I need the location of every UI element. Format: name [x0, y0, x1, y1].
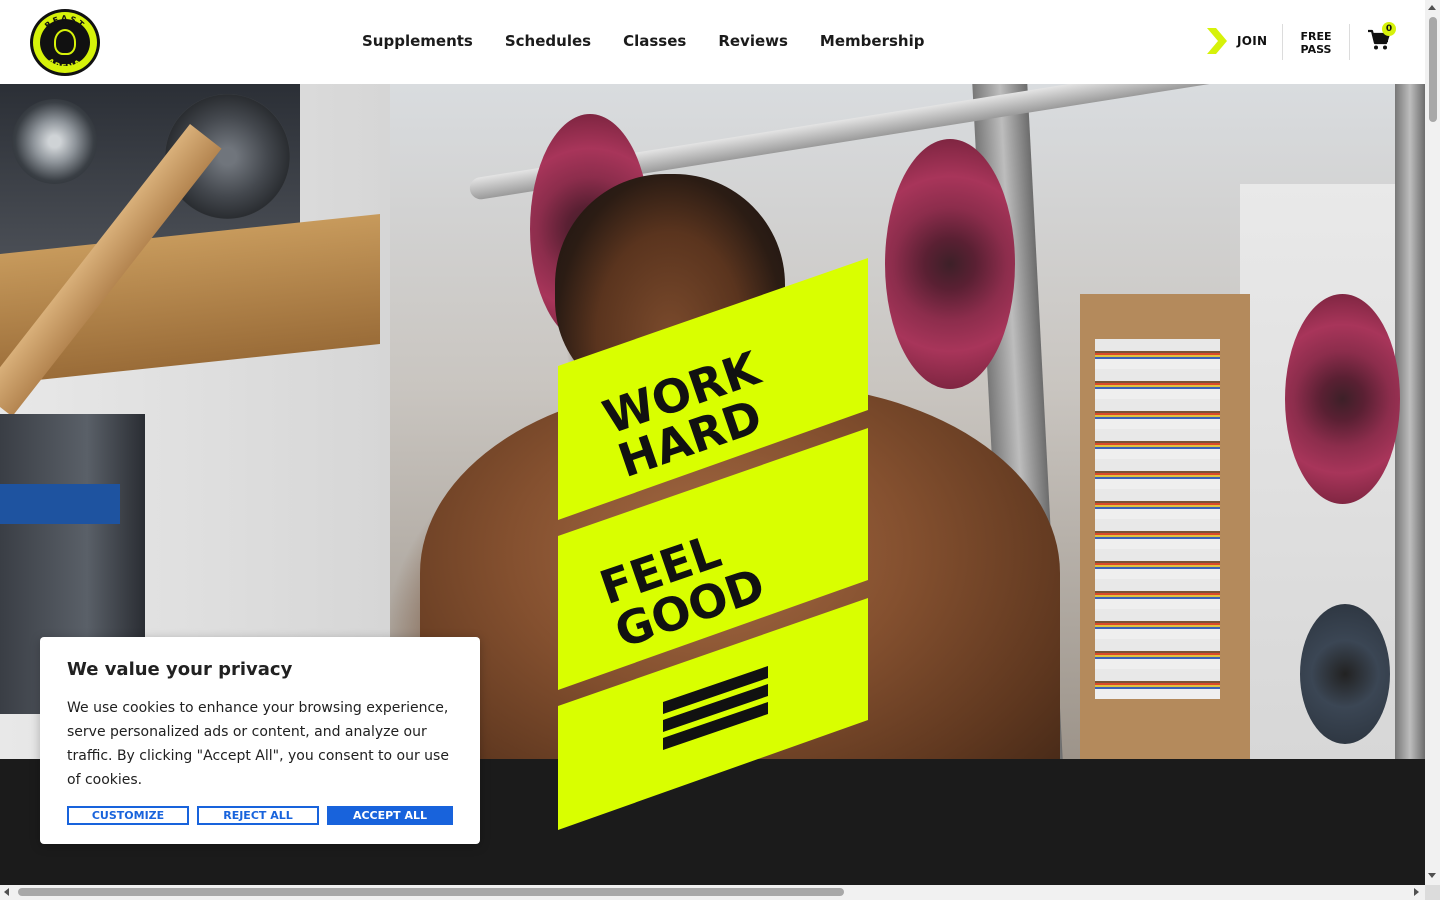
nav-membership[interactable]: Membership: [820, 32, 925, 50]
cart-count-badge: 0: [1382, 22, 1396, 36]
scroll-right-arrow-icon[interactable]: [1414, 888, 1419, 896]
join-label: JOIN: [1237, 34, 1268, 48]
beast-arena-logo[interactable]: BEAST ARENA: [30, 9, 100, 76]
cookie-consent-banner: We value your privacy We use cookies to …: [40, 637, 480, 844]
hero-weight-plate: [1300, 604, 1390, 744]
header-divider: [1349, 24, 1350, 60]
nav-reviews[interactable]: Reviews: [718, 32, 788, 50]
nav-classes[interactable]: Classes: [623, 32, 686, 50]
free-pass-line2: PASS: [1300, 43, 1332, 56]
logo-figure-icon: [54, 29, 76, 55]
hero-weight-plate: [1285, 294, 1400, 504]
logo-ring-bottom: ARENA: [45, 57, 82, 72]
join-button[interactable]: JOIN: [1207, 28, 1267, 54]
cookie-description: We use cookies to enhance your browsing …: [67, 700, 449, 788]
hero-rack-post: [1395, 84, 1425, 759]
main-nav: Supplements Schedules Classes Reviews Me…: [362, 32, 924, 50]
chevron-right-icon: [1207, 28, 1227, 54]
reject-all-button[interactable]: REJECT ALL: [197, 806, 319, 825]
header-divider: [1282, 24, 1283, 60]
site-header: BEAST ARENA Supplements Schedules Classe…: [0, 0, 1425, 84]
nav-schedules[interactable]: Schedules: [505, 32, 591, 50]
hero-tub-label: [0, 484, 120, 524]
hero-panel-wires: [1095, 339, 1220, 699]
svg-text:ARENA: ARENA: [45, 57, 84, 72]
horizontal-scrollbar-thumb[interactable]: [18, 888, 844, 896]
free-pass-line1: FREE: [1300, 30, 1332, 43]
hero-slogan-graphic: WORK HARD FEEL GOOD: [558, 258, 868, 830]
hero-speaker-cone: [12, 99, 97, 184]
scroll-left-arrow-icon[interactable]: [4, 888, 9, 896]
scrollbar-corner: [1425, 885, 1440, 900]
free-pass-button[interactable]: FREE PASS: [1296, 30, 1336, 56]
hero-weight-plate: [885, 139, 1015, 389]
scroll-up-arrow-icon[interactable]: [1428, 5, 1436, 10]
vertical-scrollbar-thumb[interactable]: [1429, 17, 1437, 122]
vertical-scrollbar[interactable]: [1425, 0, 1440, 885]
accept-all-button[interactable]: ACCEPT ALL: [327, 806, 453, 825]
nav-supplements[interactable]: Supplements: [362, 32, 473, 50]
cookie-title: We value your privacy: [67, 659, 293, 680]
svg-text:BEAST: BEAST: [43, 14, 87, 30]
logo-ring-top: BEAST: [43, 14, 85, 30]
customize-button[interactable]: CUSTOMIZE: [67, 806, 189, 825]
scroll-down-arrow-icon[interactable]: [1428, 873, 1436, 878]
cookie-actions: CUSTOMIZE REJECT ALL ACCEPT ALL: [67, 806, 453, 825]
